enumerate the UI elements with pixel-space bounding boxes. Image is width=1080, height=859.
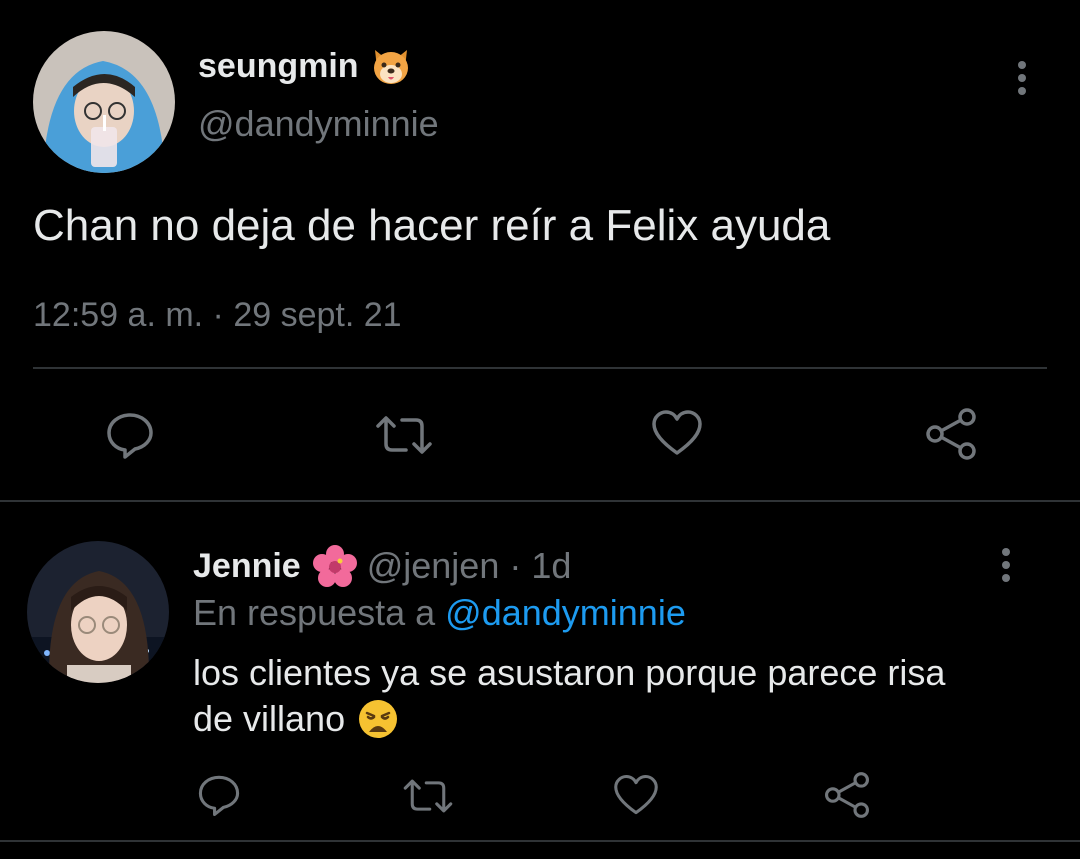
replying-to-line: En respuesta a @dandyminnie [193, 592, 686, 634]
section-divider [0, 500, 1080, 502]
more-options-icon[interactable] [1008, 60, 1036, 98]
replying-to-link[interactable]: @dandyminnie [445, 592, 686, 633]
reply-author-name[interactable]: Jennie [193, 547, 301, 586]
reply-text-line-2: de villano [193, 698, 346, 739]
reply-age: · 1d [509, 545, 572, 586]
reply-like-icon[interactable] [612, 773, 660, 817]
reply-reply-icon[interactable] [196, 772, 242, 818]
share-icon[interactable] [924, 407, 978, 461]
reply-icon[interactable] [104, 409, 156, 461]
reply-text-line-1: los clientes ya se asustaron porque pare… [193, 652, 946, 693]
author-name: seungmin [198, 46, 359, 85]
author-name-row[interactable]: seungmin [198, 44, 413, 88]
reply-more-options-icon[interactable] [992, 547, 1020, 585]
author-handle[interactable]: @dandyminnie [198, 103, 439, 145]
reply-handle[interactable]: @jenjen [367, 545, 500, 587]
author-avatar[interactable] [33, 31, 175, 173]
reply-header: Jennie @jenjen · 1d [193, 543, 571, 589]
reply-share-icon[interactable] [823, 771, 871, 819]
tweet-timestamp[interactable]: 12:59 a. m. · 29 sept. 21 [33, 296, 402, 335]
bottom-divider [0, 840, 1080, 842]
tweet-divider [33, 367, 1047, 369]
hibiscus-emoji-icon [312, 545, 357, 587]
weary-face-emoji-icon [357, 698, 399, 740]
reply-avatar[interactable] [27, 541, 169, 683]
reply-text: los clientes ya se asustaron porque pare… [193, 650, 945, 742]
tweet-text: Chan no deja de hacer reír a Felix ayuda [33, 201, 831, 250]
like-icon[interactable] [650, 408, 704, 458]
replying-prefix: En respuesta a [193, 592, 436, 633]
retweet-icon[interactable] [372, 410, 436, 460]
reply-retweet-icon[interactable] [400, 774, 456, 818]
dog-face-emoji-icon [369, 46, 413, 86]
